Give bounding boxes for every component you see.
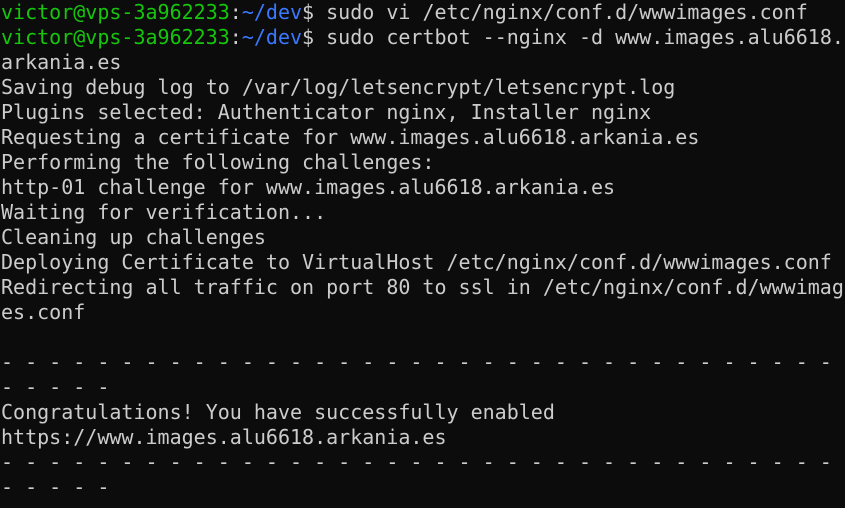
prompt-separator: : xyxy=(229,0,242,24)
separator-line: - - - - - xyxy=(1,475,110,499)
prompt-symbol: $ xyxy=(302,0,327,24)
output-line: Deploying Certificate to VirtualHost /et… xyxy=(1,250,832,274)
output-line: Saving debug log to /var/log/letsencrypt… xyxy=(1,75,676,99)
output-line: Waiting for verification... xyxy=(1,200,327,224)
prompt-line-2: victor@vps-3a962233:~/dev$ sudo certbot … xyxy=(1,25,845,50)
prompt-path: ~/dev xyxy=(241,0,303,24)
separator-line: - - - - - - - - - - - - - - - - - - - - … xyxy=(1,350,845,374)
separator-line: - - - - - xyxy=(1,375,110,399)
command-text: sudo certbot --nginx -d www.images.alu66… xyxy=(326,25,844,49)
prompt-user-host: victor@vps-3a962233 xyxy=(1,25,230,49)
prompt-line-1: victor@vps-3a962233:~/dev$ sudo vi /etc/… xyxy=(1,0,845,25)
prompt-user-host: victor@vps-3a962233 xyxy=(1,0,230,24)
output-line: https://www.images.alu6618.arkania.es xyxy=(1,425,447,449)
output-line: Requesting a certificate for www.images.… xyxy=(1,125,700,149)
terminal-window[interactable]: victor@vps-3a962233:~/dev$ sudo vi /etc/… xyxy=(0,0,845,508)
prompt-path: ~/dev xyxy=(241,25,303,49)
command-text: sudo vi /etc/nginx/conf.d/wwwimages.conf xyxy=(326,0,808,24)
output-line: Congratulations! You have successfully e… xyxy=(1,400,555,424)
prompt-symbol: $ xyxy=(302,25,327,49)
output-line: arkania.es xyxy=(1,50,122,74)
output-line: Performing the following challenges: xyxy=(1,150,435,174)
output-line: http-01 challenge for www.images.alu6618… xyxy=(1,175,616,199)
separator-line: - - - - - - - - - - - - - - - - - - - - … xyxy=(1,450,845,474)
output-line: Plugins selected: Authenticator nginx, I… xyxy=(1,100,652,124)
output-line: Redirecting all traffic on port 80 to ss… xyxy=(1,275,844,299)
prompt-separator: : xyxy=(229,25,242,49)
output-line: Cleaning up challenges xyxy=(1,225,266,249)
output-line: es.conf xyxy=(1,300,86,324)
